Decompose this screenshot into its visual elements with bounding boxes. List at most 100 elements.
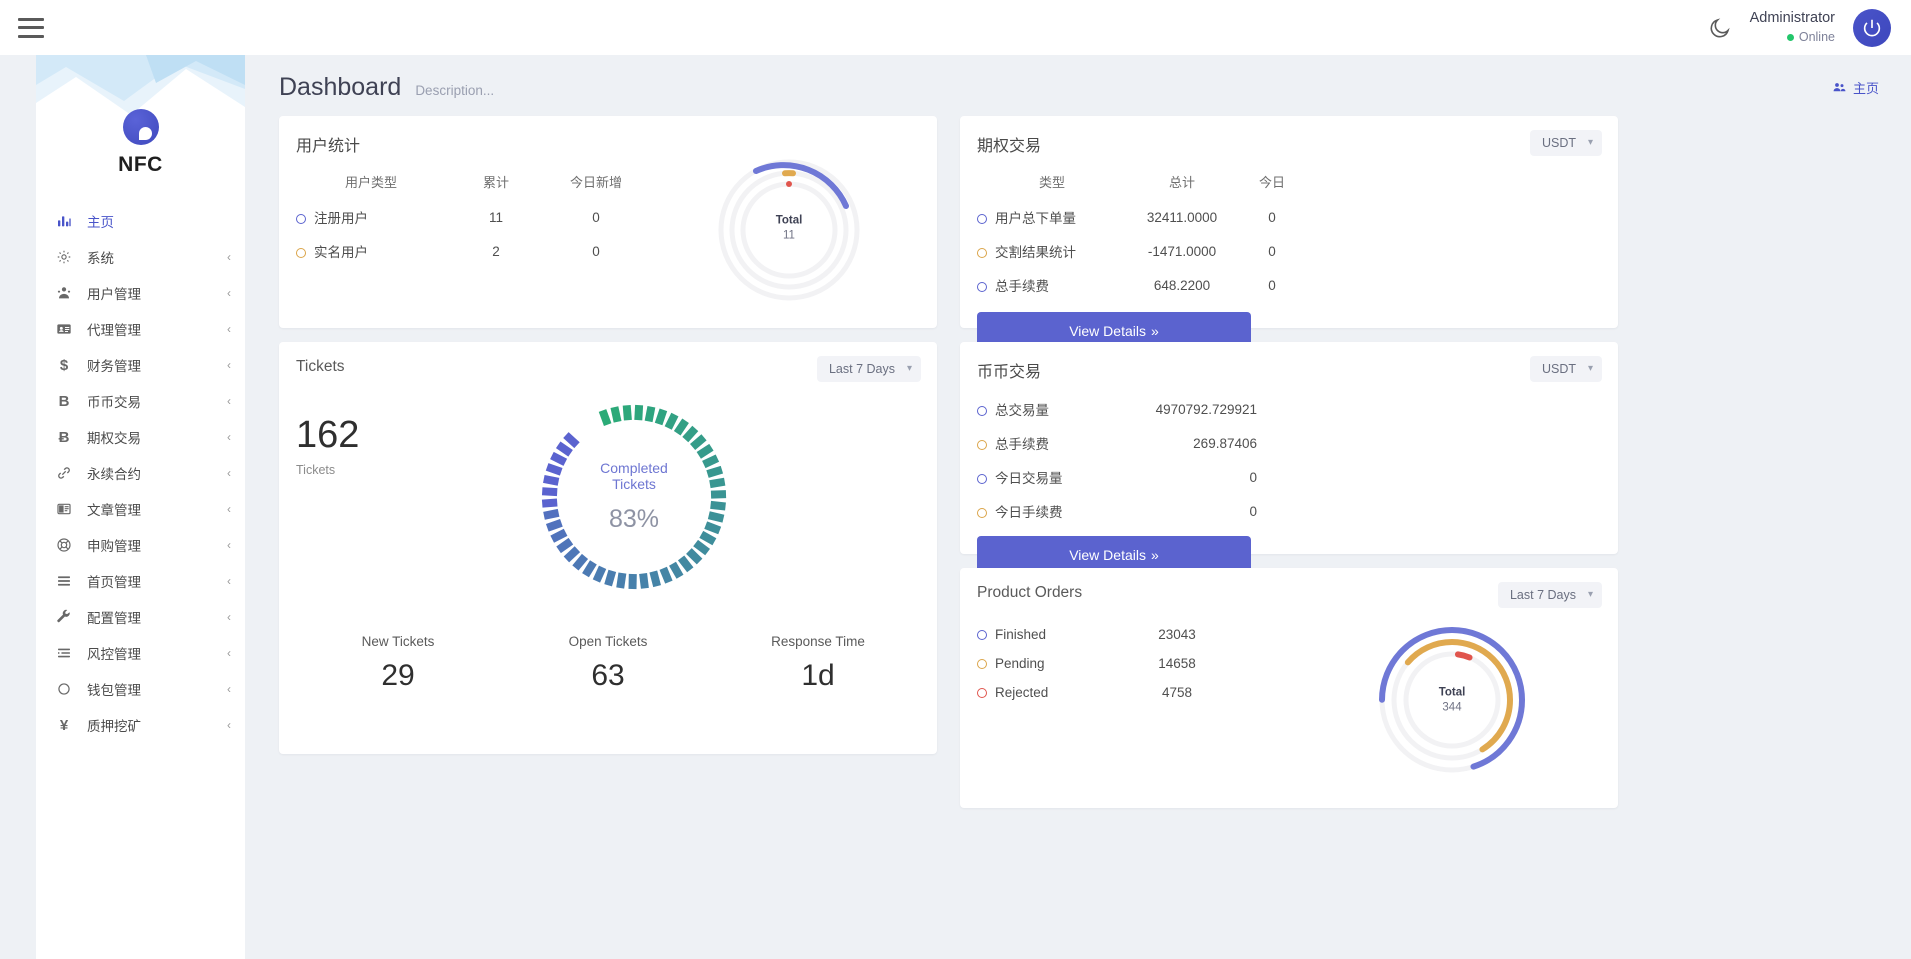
- chevron-right-icon[interactable]: ‹: [227, 502, 231, 516]
- moon-icon[interactable]: [1708, 16, 1732, 40]
- table-row: 今日手续费 0: [977, 494, 1257, 528]
- chevron-right-icon[interactable]: ‹: [227, 322, 231, 336]
- chevron-right-icon[interactable]: ‹: [227, 466, 231, 480]
- tickets-footer: New Tickets 29 Open Tickets 63 Response …: [279, 634, 937, 713]
- chevron-right-icon[interactable]: ‹: [227, 394, 231, 408]
- row-total: -1471.0000: [1127, 234, 1237, 268]
- options-trading-table: 类型 总计 今日 用户总下单量 32411.0000 0 交割结果统计 -147…: [977, 158, 1307, 302]
- sidebar-item-label: 期权交易: [87, 427, 141, 447]
- sidebar-item-label: 永续合约: [87, 463, 141, 483]
- coin-trading-title: 币币交易: [960, 342, 1618, 382]
- sidebar-item-1[interactable]: 系统 ‹: [36, 239, 245, 275]
- sidebar-item-3[interactable]: 代理管理‹: [36, 311, 245, 347]
- chevron-right-icon[interactable]: ‹: [227, 250, 231, 264]
- options-view-details-label: View Details: [1069, 323, 1146, 339]
- table-header-row: 类型 总计 今日: [977, 158, 1307, 200]
- row-label: Rejected: [977, 678, 1117, 707]
- row-value: 14658: [1117, 649, 1237, 678]
- tickets-card: Tickets Last 7 Days ▾ 162 Tickets Comple…: [279, 342, 937, 754]
- sidebar-item-0[interactable]: 主页: [36, 203, 245, 239]
- tickets-range-select[interactable]: Last 7 Days ▾: [817, 356, 921, 382]
- user-status: Online: [1750, 29, 1835, 46]
- chevron-right-icon[interactable]: ‹: [227, 430, 231, 444]
- chevron-right-icon[interactable]: ‹: [227, 718, 231, 732]
- chevron-right-icon[interactable]: ‹: [227, 646, 231, 660]
- chevron-right-icon[interactable]: ‹: [227, 286, 231, 300]
- chevron-right-icon[interactable]: ‹: [227, 358, 231, 372]
- sidebar-item-2[interactable]: 用户管理 ‹: [36, 275, 245, 311]
- sidebar-item-9[interactable]: 申购管理 ‹: [36, 527, 245, 563]
- article-icon: [53, 499, 75, 519]
- coin-trading-card: 币币交易 USDT ▾ 总交易量 4970792.729921 总手续费 269…: [960, 342, 1618, 554]
- sidebar-item-7[interactable]: 永续合约 ‹: [36, 455, 245, 491]
- yen-icon: ¥: [53, 715, 75, 735]
- ring-icon: [977, 659, 987, 669]
- power-icon: [1861, 17, 1883, 39]
- sidebar-item-label: 申购管理: [87, 535, 141, 555]
- sidebar-item-8[interactable]: 文章管理‹: [36, 491, 245, 527]
- ring-icon: [296, 214, 306, 224]
- row-total: 11: [446, 200, 546, 234]
- product-orders-range-select[interactable]: Last 7 Days ▾: [1498, 582, 1602, 608]
- options-currency-select[interactable]: USDT ▾: [1530, 130, 1602, 156]
- row-today: 0: [1237, 200, 1307, 234]
- chevron-right-icon[interactable]: ‹: [227, 682, 231, 696]
- sidebar-item-14[interactable]: ¥质押挖矿‹: [36, 707, 245, 743]
- options-trading-card: 期权交易 USDT ▾ 类型 总计 今日 用户总下单量 32411.0000 0: [960, 116, 1618, 328]
- sidebar-item-4[interactable]: $财务管理‹: [36, 347, 245, 383]
- menu-toggle-icon[interactable]: [18, 18, 44, 38]
- ring-icon: [977, 440, 987, 450]
- user-status-label: Online: [1799, 29, 1835, 46]
- logo-icon: [123, 109, 159, 145]
- footer-caption: Response Time: [713, 634, 923, 649]
- chevron-down-icon: ▾: [1588, 589, 1593, 600]
- online-dot-icon: [1787, 34, 1794, 41]
- tickets-footer-item: Open Tickets 63: [503, 634, 713, 693]
- product-orders-donut: Total 344: [1362, 610, 1542, 790]
- avatar[interactable]: [1853, 9, 1891, 47]
- row-label: 实名用户: [296, 234, 446, 268]
- chevron-right-icon[interactable]: ‹: [227, 574, 231, 588]
- link-icon: [53, 463, 75, 483]
- sidebar-item-11[interactable]: 配置管理 ‹: [36, 599, 245, 635]
- row-today: 0: [1237, 268, 1307, 302]
- row-label: 今日交易量: [977, 460, 1097, 494]
- tickets-range-value: Last 7 Days: [829, 362, 895, 376]
- ring-icon: [977, 282, 987, 292]
- chevron-right-icon[interactable]: ‹: [227, 538, 231, 552]
- coin-currency-select[interactable]: USDT ▾: [1530, 356, 1602, 382]
- gear-icon: [53, 247, 75, 267]
- options-currency-value: USDT: [1542, 136, 1576, 150]
- row-value: 4758: [1117, 678, 1237, 707]
- ring-icon: [977, 214, 987, 224]
- product-orders-table: Finished 23043 Pending 14658 Rejected 47…: [977, 620, 1237, 707]
- user-name: Administrator: [1750, 9, 1835, 29]
- tickets-footer-item: New Tickets 29: [293, 634, 503, 693]
- row-label: 总交易量: [977, 392, 1097, 426]
- chevron-right-icon[interactable]: ‹: [227, 610, 231, 624]
- completed-tickets-gauge-svg: [519, 382, 749, 612]
- sidebar-item-5[interactable]: B币币交易‹: [36, 383, 245, 419]
- table-row: 总手续费 269.87406: [977, 426, 1257, 460]
- sidebar-item-label: 用户管理: [87, 283, 141, 303]
- breadcrumb-label: 主页: [1853, 78, 1879, 97]
- dashboard-grid: 用户统计 用户类型 累计 今日新增 注册用户 11 0: [267, 116, 1889, 808]
- footer-value: 1d: [713, 659, 923, 693]
- table-row: 实名用户 2 0: [296, 234, 646, 268]
- options-trading-title: 期权交易: [960, 116, 1618, 156]
- product-orders-range-value: Last 7 Days: [1510, 588, 1576, 602]
- list-indent-icon: [53, 643, 75, 663]
- sidebar-item-label: 配置管理: [87, 607, 141, 627]
- lifebuoy-icon: [53, 535, 75, 555]
- chevron-down-icon: ▾: [907, 363, 912, 374]
- sidebar-item-13[interactable]: 钱包管理‹: [36, 671, 245, 707]
- sidebar-item-label: 系统: [87, 247, 114, 267]
- sidebar-item-10[interactable]: 首页管理‹: [36, 563, 245, 599]
- sidebar-item-6[interactable]: Ƀ期权交易‹: [36, 419, 245, 455]
- topbar-right-group: Administrator Online: [1708, 9, 1891, 47]
- sidebar-item-12[interactable]: 风控管理 ‹: [36, 635, 245, 671]
- chevron-down-icon: ▾: [1588, 363, 1593, 374]
- wrench-icon: [53, 607, 75, 627]
- sidebar-item-label: 风控管理: [87, 643, 141, 663]
- breadcrumb[interactable]: 主页: [1832, 78, 1889, 97]
